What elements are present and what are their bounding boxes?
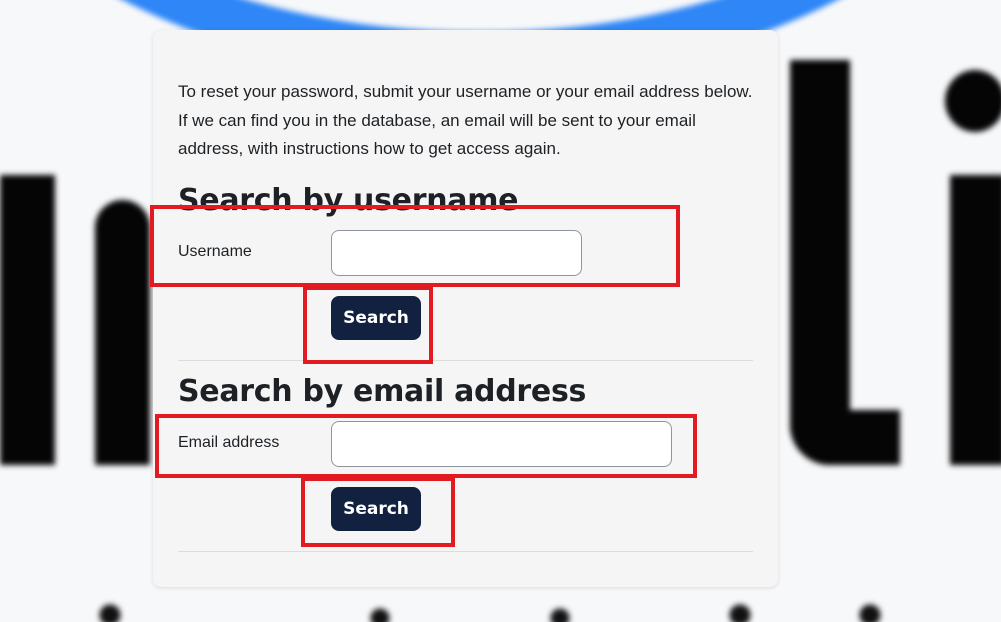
background-letter-stroke xyxy=(95,200,150,465)
email-search-button[interactable]: Search xyxy=(331,487,421,531)
section-divider xyxy=(178,551,753,552)
background-letter-stroke xyxy=(790,410,900,465)
background-letter-stroke xyxy=(0,175,55,465)
username-input[interactable] xyxy=(331,230,582,276)
password-reset-card: To reset your password, submit your user… xyxy=(153,30,778,587)
username-search-button[interactable]: Search xyxy=(331,296,421,340)
background-letter-dot xyxy=(945,70,1001,132)
intro-text: To reset your password, submit your user… xyxy=(178,82,753,158)
username-section-title: Search by username xyxy=(178,183,519,218)
email-label: Email address xyxy=(178,434,280,451)
email-input[interactable] xyxy=(331,421,672,467)
email-section-title: Search by email address xyxy=(178,374,587,409)
background-letter-stroke xyxy=(950,175,1001,465)
background-letter-stroke xyxy=(790,60,850,465)
background-text-row xyxy=(90,600,910,622)
section-divider xyxy=(178,360,753,361)
username-label: Username xyxy=(178,243,252,260)
page: To reset your password, submit your user… xyxy=(0,0,1001,622)
